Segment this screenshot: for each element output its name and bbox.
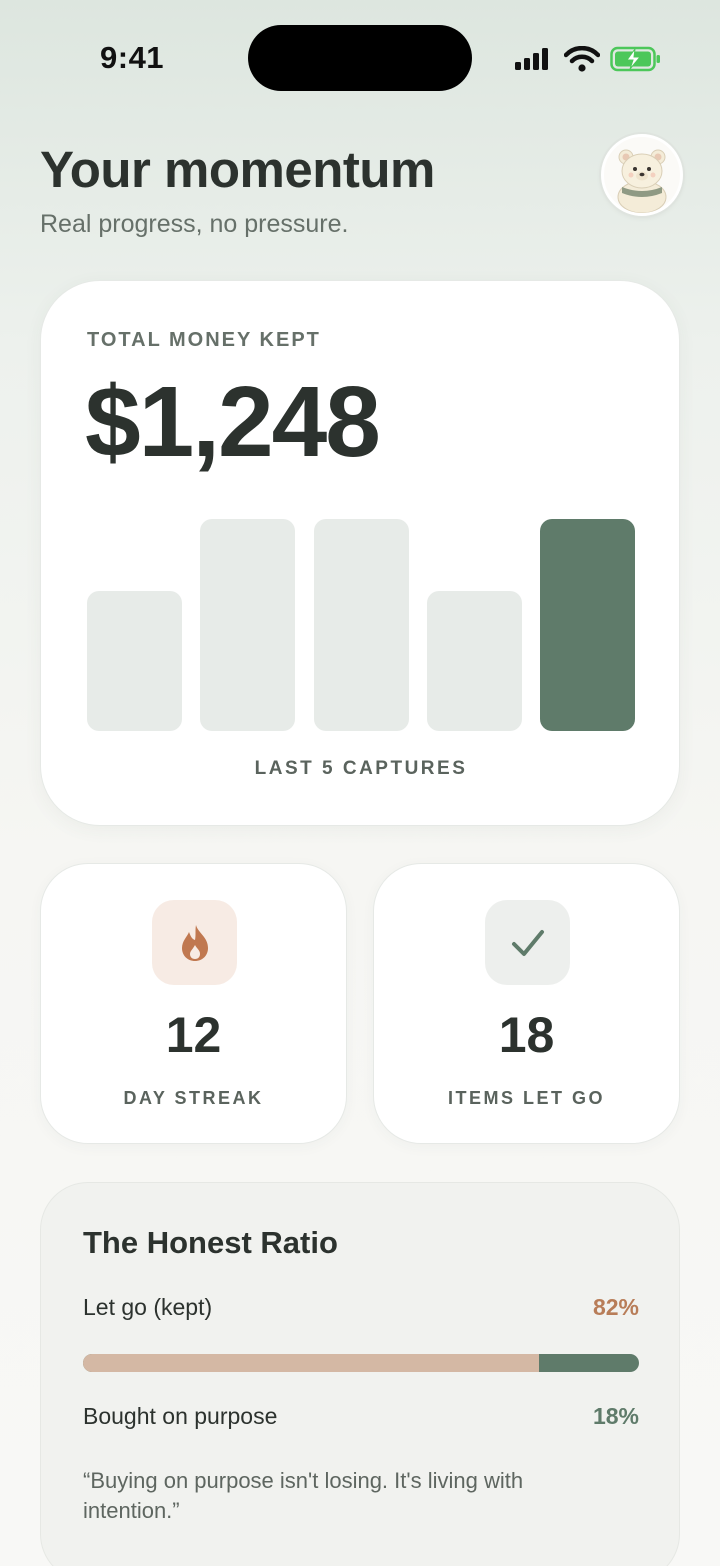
status-time: 9:41 (100, 40, 165, 75)
ratio-let-go-percent: 82% (592, 1294, 639, 1320)
wifi-icon (564, 46, 600, 72)
dynamic-island (248, 25, 472, 91)
capture-bar-5 (540, 519, 635, 731)
checkmark-icon (511, 929, 544, 956)
items-let-go-value: 18 (498, 1007, 555, 1063)
money-kept-label: TOTAL MONEY KEPT (87, 329, 321, 351)
battery-charging-icon (610, 46, 660, 72)
ratio-quote: “Buying on purpose isn't losing. It's li… (83, 1468, 524, 1523)
ratio-title: The Honest Ratio (83, 1225, 338, 1260)
items-let-go-label: ITEMS LET GO (447, 1088, 605, 1108)
money-kept-card: TOTAL MONEY KEPT $1,248 LAST 5 CAPTURES (40, 280, 680, 826)
ratio-bought-row: Bought on purpose 18% (83, 1403, 639, 1430)
flame-icon (181, 924, 208, 961)
bars-caption: LAST 5 CAPTURES (254, 758, 468, 779)
items-let-go-icon-box (485, 900, 570, 985)
ratio-bought-label: Bought on purpose (83, 1403, 278, 1429)
streak-label: DAY STREAK (123, 1088, 264, 1108)
avatar[interactable] (601, 134, 683, 216)
ratio-bought-percent: 18% (592, 1403, 639, 1429)
ratio-let-go-row: Let go (kept) 82% (83, 1294, 639, 1321)
capture-bar-1 (87, 591, 182, 731)
ratio-let-go-label: Let go (kept) (83, 1294, 213, 1320)
status-bar: 9:41 (0, 0, 720, 116)
ratio-bar-fill (83, 1354, 539, 1372)
captures-bar-chart (87, 519, 635, 731)
capture-bar-3 (314, 519, 409, 731)
honest-ratio-card: The Honest Ratio Let go (kept) 82% Bough… (40, 1182, 680, 1566)
streak-card: 12 DAY STREAK (40, 863, 347, 1144)
page-subtitle: Real progress, no pressure. (40, 210, 349, 238)
capture-bar-4 (427, 591, 522, 731)
signal-icon (515, 48, 548, 70)
ratio-bar (83, 1354, 639, 1372)
streak-icon-box (152, 900, 237, 985)
page-title: Your momentum (40, 141, 435, 198)
money-kept-value: $1,248 (85, 366, 381, 478)
capture-bar-2 (200, 519, 295, 731)
streak-value: 12 (165, 1007, 222, 1063)
polar-bear-avatar-icon (617, 149, 667, 213)
status-icons (514, 44, 662, 74)
items-let-go-card: 18 ITEMS LET GO (373, 863, 680, 1144)
